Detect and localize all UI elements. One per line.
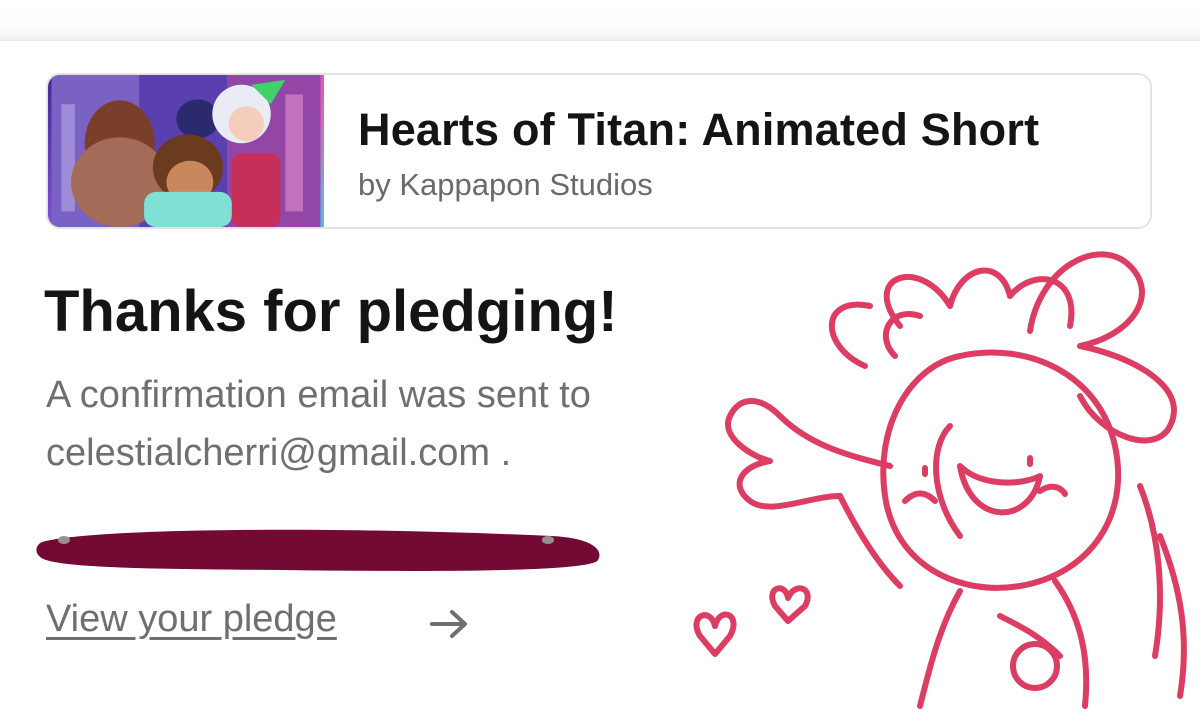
project-thumbnail [48, 75, 324, 227]
view-pledge-link[interactable]: View your pledge [46, 598, 337, 641]
confirmation-text: A confirmation email was sent to [46, 374, 591, 416]
arrow-right-icon[interactable] [428, 605, 470, 643]
redaction-mark [36, 529, 600, 571]
thanks-heading: Thanks for pledging! [44, 279, 618, 344]
project-artwork-image [51, 75, 321, 227]
project-creator[interactable]: by Kappapon Studios [358, 167, 1039, 203]
project-title[interactable]: Hearts of Titan: Animated Short [358, 105, 1039, 155]
top-bar [0, 0, 1200, 41]
project-card[interactable]: Hearts of Titan: Animated Short by Kappa… [46, 73, 1152, 229]
confirmation-message: A confirmation email was sent to celesti… [46, 366, 746, 482]
cheering-character-doodle [693, 251, 1187, 709]
confirmation-email: celestialcherri@gmail.com . [46, 432, 512, 475]
